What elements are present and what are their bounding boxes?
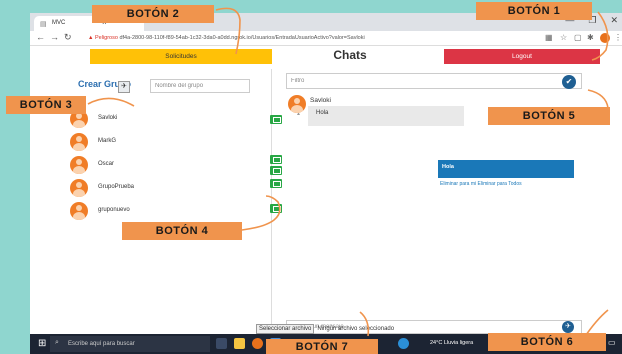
chat-page: Solicitudes Chats Logout Crear Grupo ✈ ▲… xyxy=(30,46,622,335)
message-sender: Savloki xyxy=(310,97,331,104)
avatar xyxy=(70,179,88,197)
chrome-icon[interactable] xyxy=(252,338,263,349)
forward-icon[interactable]: → xyxy=(50,32,59,42)
avatar xyxy=(70,156,88,174)
task-view-icon[interactable] xyxy=(216,338,227,349)
send-message-button[interactable]: ✈ xyxy=(562,321,574,333)
reading-list-icon[interactable]: ▢ xyxy=(574,33,582,42)
list-item[interactable]: Oscar xyxy=(68,155,282,177)
file-explorer-icon[interactable] xyxy=(234,338,245,349)
page-title: Chats xyxy=(333,48,367,62)
annotation-boton-4: BOTÓN 4 xyxy=(122,222,242,240)
list-item[interactable]: GrupoPrueba xyxy=(68,178,282,200)
tab-title: MVC xyxy=(52,20,66,26)
notifications-icon[interactable]: ▭ xyxy=(608,338,616,347)
file-status: Ningún archivo seleccionado xyxy=(317,325,395,332)
filter-input[interactable] xyxy=(286,73,582,89)
user-name: GrupoPrueba xyxy=(98,184,135,190)
message-bubble: Hola xyxy=(308,106,464,126)
user-name: gruponuevo xyxy=(98,207,130,213)
choose-file-button[interactable]: Seleccionar archivo xyxy=(256,323,315,334)
avatar xyxy=(70,133,88,151)
browser-window: ▤ MVC × + — ❐ ✕ ← → ↻ ▲ Peligroso df4a-2… xyxy=(30,13,622,354)
warning-icon: ▲ xyxy=(88,35,94,41)
security-label: Peligroso xyxy=(94,35,118,41)
send-icon: ✈ xyxy=(121,83,127,90)
contacts-panel: Crear Grupo ✈ ▲ Savloki MarkG Oscar xyxy=(68,69,301,335)
send-icon: ✈ xyxy=(565,323,571,330)
delete-message-link[interactable]: Eliminar para mi Eliminar para Todos xyxy=(440,181,522,187)
list-item[interactable]: Savloki xyxy=(68,109,282,131)
annotation-boton-6: BOTÓN 6 xyxy=(488,333,606,351)
address-bar: ← → ↻ ▲ Peligroso df4a-2800-98-110f-f89-… xyxy=(30,31,622,46)
filter-button[interactable]: ✔ xyxy=(562,75,576,89)
list-item[interactable]: MarkG xyxy=(68,132,272,154)
url-field[interactable]: ▲ Peligroso df4a-2800-98-110f-f89-54ab-1… xyxy=(88,33,508,44)
taskbar-search[interactable]: ⌕ Escribe aquí para buscar xyxy=(50,336,210,352)
check-icon: ✔ xyxy=(565,77,573,86)
annotation-boton-5: BOTÓN 5 xyxy=(488,107,610,125)
annotation-boton-2: BOTÓN 2 xyxy=(92,5,214,23)
avatar xyxy=(288,95,306,113)
menu-icon[interactable]: ⋮ xyxy=(614,33,622,42)
profile-avatar[interactable] xyxy=(600,33,610,43)
star-icon[interactable]: ☆ xyxy=(560,33,567,42)
translate-icon[interactable]: ▦ xyxy=(545,33,553,42)
user-name: Savloki xyxy=(98,115,118,121)
extensions-icon[interactable]: ✱ xyxy=(587,33,594,42)
taskbar-search-text: Escribe aquí para buscar xyxy=(68,341,135,347)
annotation-boton-3: BOTÓN 3 xyxy=(6,96,86,114)
app-icon[interactable] xyxy=(398,338,409,349)
page-icon: ▤ xyxy=(40,21,47,28)
reload-icon[interactable]: ↻ xyxy=(64,32,72,43)
annotation-boton-7: BOTÓN 7 xyxy=(266,339,378,354)
weather-status[interactable]: 24°C Lluvia ligera xyxy=(430,340,473,346)
solicitudes-button[interactable]: Solicitudes xyxy=(90,49,272,64)
search-icon: ⌕ xyxy=(55,339,59,346)
windows-start-icon[interactable]: ⊞ xyxy=(38,338,46,349)
outgoing-message-bubble: Hola xyxy=(438,160,574,178)
annotation-boton-1: BOTÓN 1 xyxy=(476,2,592,20)
create-group-button[interactable]: ✈ xyxy=(118,81,130,93)
user-name: Oscar xyxy=(98,161,115,167)
avatar xyxy=(70,202,88,220)
group-name-input[interactable] xyxy=(150,79,250,93)
user-name: MarkG xyxy=(98,138,116,144)
list-item[interactable]: gruponuevo xyxy=(68,201,282,223)
back-icon[interactable]: ← xyxy=(36,32,45,42)
url-text: df4a-2800-98-110f-f89-54ab-1c32-3da0-a0d… xyxy=(119,35,365,41)
logout-button[interactable]: Logout xyxy=(444,49,600,64)
close-window-icon[interactable]: ✕ xyxy=(610,15,618,26)
